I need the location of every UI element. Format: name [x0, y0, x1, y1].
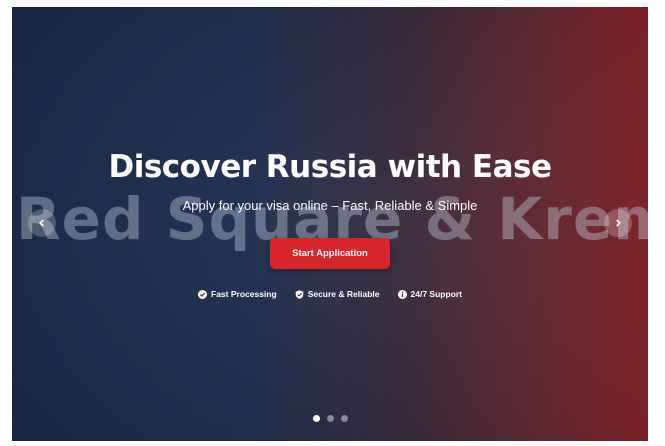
feature-secure-reliable: Secure & Reliable — [295, 289, 380, 299]
feature-label: Fast Processing — [211, 289, 277, 299]
start-application-button[interactable]: Start Application — [270, 238, 390, 269]
carousel-next-button[interactable] — [604, 209, 632, 237]
check-circle-icon — [198, 289, 208, 299]
feature-support: 24/7 Support — [397, 289, 462, 299]
chevron-right-icon — [616, 219, 621, 227]
carousel-dot-2[interactable] — [326, 415, 334, 422]
carousel-dot-1[interactable] — [312, 415, 320, 422]
hero-subtitle: Apply for your visa online – Fast, Relia… — [182, 198, 478, 213]
feature-fast-processing: Fast Processing — [198, 289, 277, 299]
feature-list: Fast Processing Secure & Reliable 24/7 S… — [12, 289, 648, 299]
hero-content: Discover Russia with Ease Apply for your… — [12, 7, 648, 441]
hero-carousel: Red Square & Kremlin Discover Russia wit… — [12, 7, 648, 441]
hero-title: Discover Russia with Ease — [108, 149, 553, 185]
carousel-prev-button[interactable] — [28, 209, 56, 237]
carousel-dot-3[interactable] — [340, 415, 348, 422]
shield-check-icon — [295, 289, 303, 299]
carousel-indicators — [12, 415, 648, 422]
feature-label: Secure & Reliable — [307, 289, 380, 299]
chevron-left-icon — [39, 219, 44, 227]
feature-label: 24/7 Support — [410, 289, 462, 299]
info-circle-icon — [397, 289, 407, 299]
